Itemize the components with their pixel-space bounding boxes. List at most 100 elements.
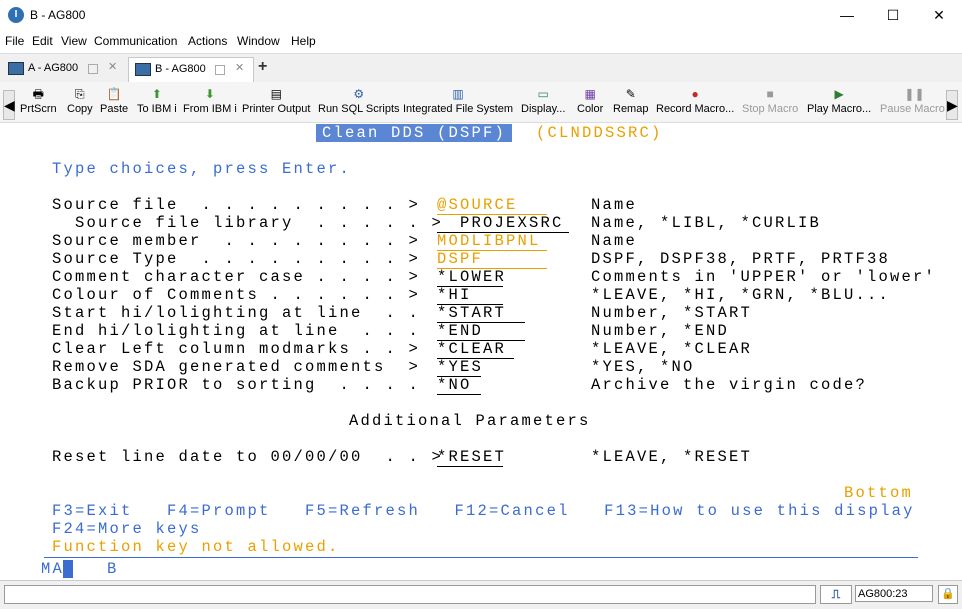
oia-session-letter: B bbox=[107, 560, 119, 578]
remove-sda-underline bbox=[437, 358, 481, 377]
field-hint: Archive the virgin code? bbox=[591, 376, 868, 394]
field-hint: *LEAVE, *RESET bbox=[591, 448, 753, 466]
function-keys-line-2: F24=More keys bbox=[52, 520, 202, 538]
source-library-underline bbox=[437, 214, 569, 233]
pause-macro-icon: ❚❚ bbox=[904, 87, 925, 101]
field-hint: *LEAVE, *HI, *GRN, *BLU... bbox=[591, 286, 891, 304]
field-label-backup-prior: Backup PRIOR to sorting . . . . bbox=[52, 376, 421, 394]
window-title: B - AG800 bbox=[30, 8, 86, 22]
start-line-underline bbox=[437, 304, 525, 323]
status-bar: ⎍ AG800:23 🔒 bbox=[0, 580, 962, 609]
file-system-icon: ▥ bbox=[452, 87, 464, 101]
field-hint: Name, *LIBL, *CURLIB bbox=[591, 214, 822, 232]
tab-session-b[interactable]: B - AG800 ✕ bbox=[128, 57, 254, 82]
toolbar: ◀ 🖶 PrtScrn ⎘ Copy 📋 Paste ⬆ To IBM i ⬇ From … bbox=[0, 82, 962, 123]
field-label-source-type: Source Type . . . . . . . . . > bbox=[52, 250, 421, 268]
menu-file[interactable]: File bbox=[5, 34, 24, 48]
printscreen-button[interactable]: 🖶 PrtScrn bbox=[20, 87, 57, 121]
menu-help[interactable]: Help bbox=[291, 34, 316, 48]
monitor-icon bbox=[8, 62, 24, 75]
reset-date-underline bbox=[437, 448, 503, 467]
integrated-file-system-button[interactable]: ▥ Integrated File System bbox=[403, 87, 513, 121]
clear-modmarks-underline bbox=[437, 340, 514, 359]
stop-macro-button[interactable]: ■ Stop Macro bbox=[742, 87, 798, 121]
minimize-button[interactable]: — bbox=[824, 0, 870, 30]
field-hint: Number, *START bbox=[591, 304, 753, 322]
menu-edit[interactable]: Edit bbox=[32, 34, 53, 48]
field-label-comment-colour: Colour of Comments . . . . . . > bbox=[52, 286, 421, 304]
field-label-end-line: End hi/lolighting at line . . . bbox=[52, 322, 421, 340]
sql-scripts-icon: ⚙ bbox=[353, 87, 365, 101]
bottom-indicator: Bottom bbox=[844, 484, 914, 502]
color-icon: ▦ bbox=[584, 87, 596, 101]
paste-icon: 📋 bbox=[106, 87, 122, 101]
record-macro-button[interactable]: ● Record Macro... bbox=[656, 87, 734, 121]
oia-separator bbox=[44, 557, 918, 558]
tab-session-a[interactable]: A - AG800 ✕ bbox=[2, 57, 126, 81]
field-label-reset-date: Reset line date to 00/00/00 . . > bbox=[52, 448, 444, 466]
close-tab-icon[interactable]: ✕ bbox=[108, 60, 117, 73]
close-button[interactable]: ✕ bbox=[916, 0, 962, 30]
menu-communication[interactable]: Communication bbox=[94, 34, 177, 48]
printer-output-icon: ▤ bbox=[270, 87, 282, 101]
pause-macro-button[interactable]: ❚❚ Pause Macro bbox=[880, 87, 945, 121]
instruction-text: Type choices, press Enter. bbox=[52, 160, 352, 178]
field-label-comment-case: Comment character case . . . . > bbox=[52, 268, 421, 286]
field-hint: DSPF, DSPF38, PRTF, PRTF38 bbox=[591, 250, 891, 268]
run-sql-scripts-button[interactable]: ⚙ Run SQL Scripts bbox=[318, 87, 400, 121]
printer-icon: 🖶 bbox=[32, 87, 44, 101]
field-label-remove-sda: Remove SDA generated comments > bbox=[52, 358, 421, 376]
printer-output-button[interactable]: ▤ Printer Output bbox=[242, 87, 310, 121]
menu-window[interactable]: Window bbox=[237, 34, 280, 48]
toolbar-scroll-right[interactable]: ▶ bbox=[946, 90, 958, 120]
stop-macro-icon: ■ bbox=[766, 87, 774, 101]
copy-icon: ⎘ bbox=[75, 87, 85, 101]
field-hint: *LEAVE, *CLEAR bbox=[591, 340, 753, 358]
detach-icon[interactable] bbox=[215, 65, 225, 75]
menu-actions[interactable]: Actions bbox=[188, 34, 227, 48]
detach-icon[interactable] bbox=[88, 64, 98, 74]
field-hint: Number, *END bbox=[591, 322, 730, 340]
paste-button[interactable]: 📋 Paste bbox=[100, 87, 128, 121]
display-button[interactable]: ▭ Display... bbox=[521, 87, 565, 121]
connection-label: AG800:23 bbox=[855, 585, 933, 602]
remap-button[interactable]: ✎ Remap bbox=[613, 87, 648, 121]
source-file-underline bbox=[437, 196, 547, 215]
copy-button[interactable]: ⎘ Copy bbox=[67, 87, 93, 121]
menu-bar: File Edit View Communication Actions Win… bbox=[0, 31, 962, 51]
to-ibm-i-button[interactable]: ⬆ To IBM i bbox=[137, 87, 177, 121]
tab-label: A - AG800 bbox=[28, 62, 79, 74]
field-hint: Name bbox=[591, 232, 638, 250]
download-icon: ⬇ bbox=[204, 87, 215, 101]
new-tab-button[interactable]: + bbox=[258, 58, 267, 76]
field-hint: *YES, *NO bbox=[591, 358, 695, 376]
menu-view[interactable]: View bbox=[61, 34, 87, 48]
terminal-screen[interactable]: Clean DDS (DSPF) (CLNDDSSRC) Type choice… bbox=[0, 123, 962, 579]
function-keys-line-1: F3=Exit F4=Prompt F5=Refresh F12=Cancel … bbox=[52, 502, 915, 520]
field-hint: Name bbox=[591, 196, 638, 214]
play-macro-button[interactable]: ▶ Play Macro... bbox=[807, 87, 871, 121]
play-macro-icon: ▶ bbox=[834, 87, 844, 101]
status-message-area bbox=[4, 585, 816, 604]
error-message: Function key not allowed. bbox=[52, 538, 340, 556]
source-type-underline bbox=[437, 250, 547, 269]
lock-icon: 🔒 bbox=[938, 585, 958, 604]
field-label-clear-modmarks: Clear Left column modmarks . . > bbox=[52, 340, 421, 358]
field-label-start-line: Start hi/lolighting at line . . bbox=[52, 304, 421, 322]
connection-icon: ⎍ bbox=[820, 585, 852, 604]
source-member-underline bbox=[437, 232, 547, 251]
toolbar-scroll-left[interactable]: ◀ bbox=[3, 90, 15, 120]
field-hint: Comments in 'UPPER' or 'lower' bbox=[591, 268, 937, 286]
app-icon: I bbox=[8, 7, 24, 23]
upload-icon: ⬆ bbox=[151, 87, 162, 101]
program-name: (CLNDDSSRC) bbox=[536, 124, 663, 142]
from-ibm-i-button[interactable]: ⬇ From IBM i bbox=[183, 87, 237, 121]
color-button[interactable]: ▦ Color bbox=[577, 87, 603, 121]
close-tab-icon[interactable]: ✕ bbox=[235, 61, 244, 74]
maximize-button[interactable]: ☐ bbox=[870, 0, 916, 30]
title-bar: I B - AG800 — ☐ ✕ bbox=[0, 0, 962, 31]
additional-parameters-heading: Additional Parameters bbox=[349, 412, 591, 430]
field-label-source-member: Source member . . . . . . . . > bbox=[52, 232, 421, 250]
comment-case-underline bbox=[437, 268, 503, 287]
tab-label: B - AG800 bbox=[155, 63, 206, 75]
